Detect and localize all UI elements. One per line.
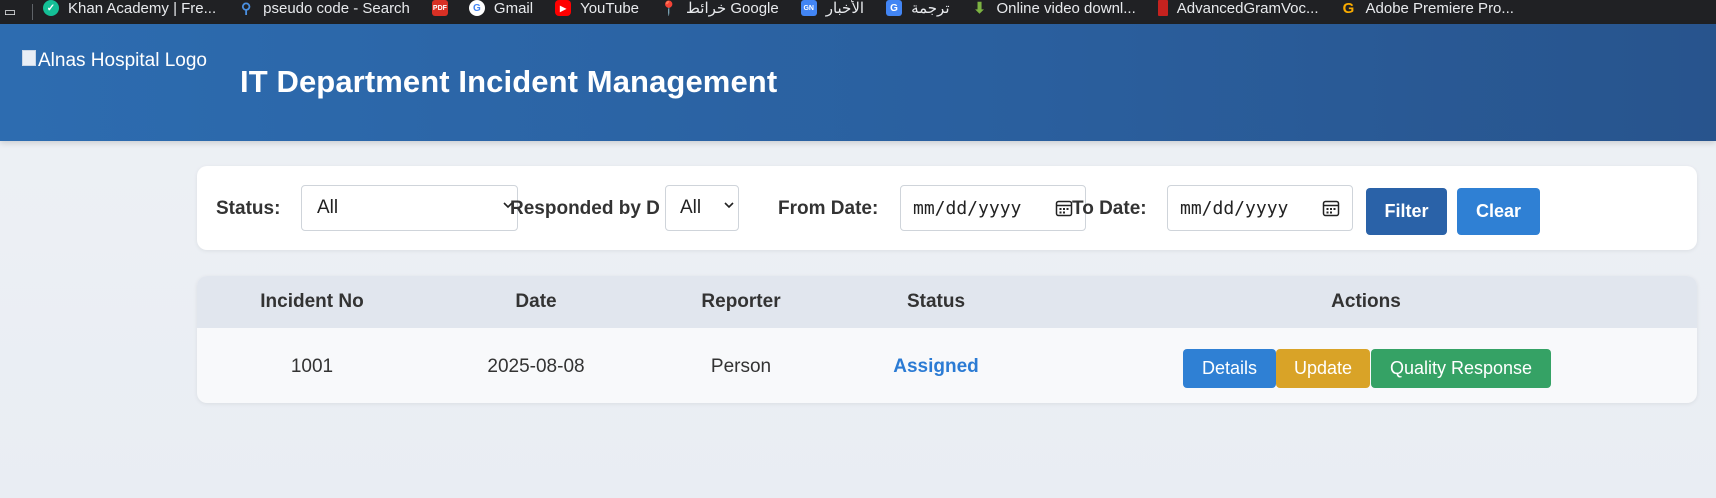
news-icon: GN <box>800 0 817 16</box>
table-header: Incident No Date Reporter Status Actions <box>197 276 1697 328</box>
from-date-placeholder: mm/dd/yyyy <box>913 197 1022 219</box>
google-icon: G <box>468 0 485 16</box>
khan-academy-icon: ✓ <box>43 0 59 16</box>
column-header-date: Date <box>515 291 557 312</box>
from-date-input[interactable]: mm/dd/yyyy <box>900 185 1086 231</box>
translate-icon: G <box>886 0 903 16</box>
filter-bar: Status: All Responded by D All From Date… <box>197 166 1697 250</box>
logo-alt-text: Alnas Hospital Logo <box>38 50 207 71</box>
details-button[interactable]: Details <box>1183 349 1276 388</box>
pdf-icon: PDF <box>431 0 448 16</box>
bookmark-red-icon <box>1157 0 1168 16</box>
bookmark-pdf[interactable]: PDF <box>431 0 457 20</box>
bookmark-gmail[interactable]: G Gmail <box>468 0 533 20</box>
youtube-icon: ▶ <box>555 0 572 16</box>
g-letter-icon: G <box>1342 0 1355 17</box>
bookmark-google-maps[interactable]: 📍 خرائط Google <box>660 0 778 20</box>
to-date-input[interactable]: mm/dd/yyyy <box>1167 185 1353 231</box>
app-header: Alnas Hospital Logo IT Department Incide… <box>0 24 1716 141</box>
quality-response-button[interactable]: Quality Response <box>1371 349 1551 388</box>
column-header-actions: Actions <box>1331 291 1401 312</box>
bookmark-adobe-premiere[interactable]: G Adobe Premiere Pro... <box>1341 0 1514 20</box>
bookmarks-bar: ▭ ✓ Khan Academy | Fre... ⚲ pseudo code … <box>0 0 1716 24</box>
calendar-icon[interactable] <box>1322 199 1340 217</box>
filter-button[interactable]: Filter <box>1366 188 1447 235</box>
bookmark-khan-academy[interactable]: ✓ Khan Academy | Fre... <box>43 0 216 20</box>
incidents-table: Incident No Date Reporter Status Actions… <box>197 276 1697 403</box>
calendar-icon[interactable] <box>1055 199 1073 217</box>
column-header-status: Status <box>906 291 966 312</box>
column-header-incident-no: Incident No <box>260 291 364 312</box>
from-date-label: From Date: <box>778 198 879 219</box>
status-select[interactable]: All <box>301 185 518 231</box>
status-filter-label: Status: <box>216 198 281 219</box>
maps-icon: 📍 <box>660 0 678 16</box>
download-icon: ⬇ <box>973 0 986 17</box>
responded-by-filter-label: Responded by D <box>510 198 660 219</box>
responded-by-select[interactable]: All <box>665 185 739 231</box>
tab-overview-icon[interactable]: ▭ <box>0 0 20 24</box>
bookmark-youtube[interactable]: ▶ YouTube <box>555 0 639 20</box>
bookmark-online-video-downloader[interactable]: ⬇ Online video downl... <box>972 0 1136 20</box>
hospital-logo: Alnas Hospital Logo <box>22 50 207 72</box>
incident-no-cell: 1001 <box>290 356 334 377</box>
search-icon: ⚲ <box>241 0 252 16</box>
to-date-label: To Date: <box>1072 198 1147 219</box>
bookmarks-separator <box>32 4 33 20</box>
status-cell: Assigned <box>893 356 979 377</box>
column-header-reporter: Reporter <box>701 291 781 312</box>
bookmark-pseudo-code-search[interactable]: ⚲ pseudo code - Search <box>238 0 410 20</box>
broken-image-icon <box>22 50 36 66</box>
chevron-down-icon <box>724 202 734 209</box>
update-button[interactable]: Update <box>1276 349 1370 388</box>
bookmark-translate[interactable]: G ترجمة <box>886 0 950 20</box>
reporter-cell: Person <box>710 356 772 377</box>
bookmark-advanced-gram-voc[interactable]: AdvancedGramVoc... <box>1157 0 1319 20</box>
status-select-value: All <box>317 197 339 218</box>
page-title: IT Department Incident Management <box>240 64 778 99</box>
to-date-placeholder: mm/dd/yyyy <box>1180 197 1289 219</box>
date-cell: 2025-08-08 <box>487 356 585 377</box>
responded-by-select-value: All <box>680 197 702 218</box>
clear-button[interactable]: Clear <box>1457 188 1540 235</box>
bookmark-news[interactable]: GN الأخبار <box>800 0 864 20</box>
